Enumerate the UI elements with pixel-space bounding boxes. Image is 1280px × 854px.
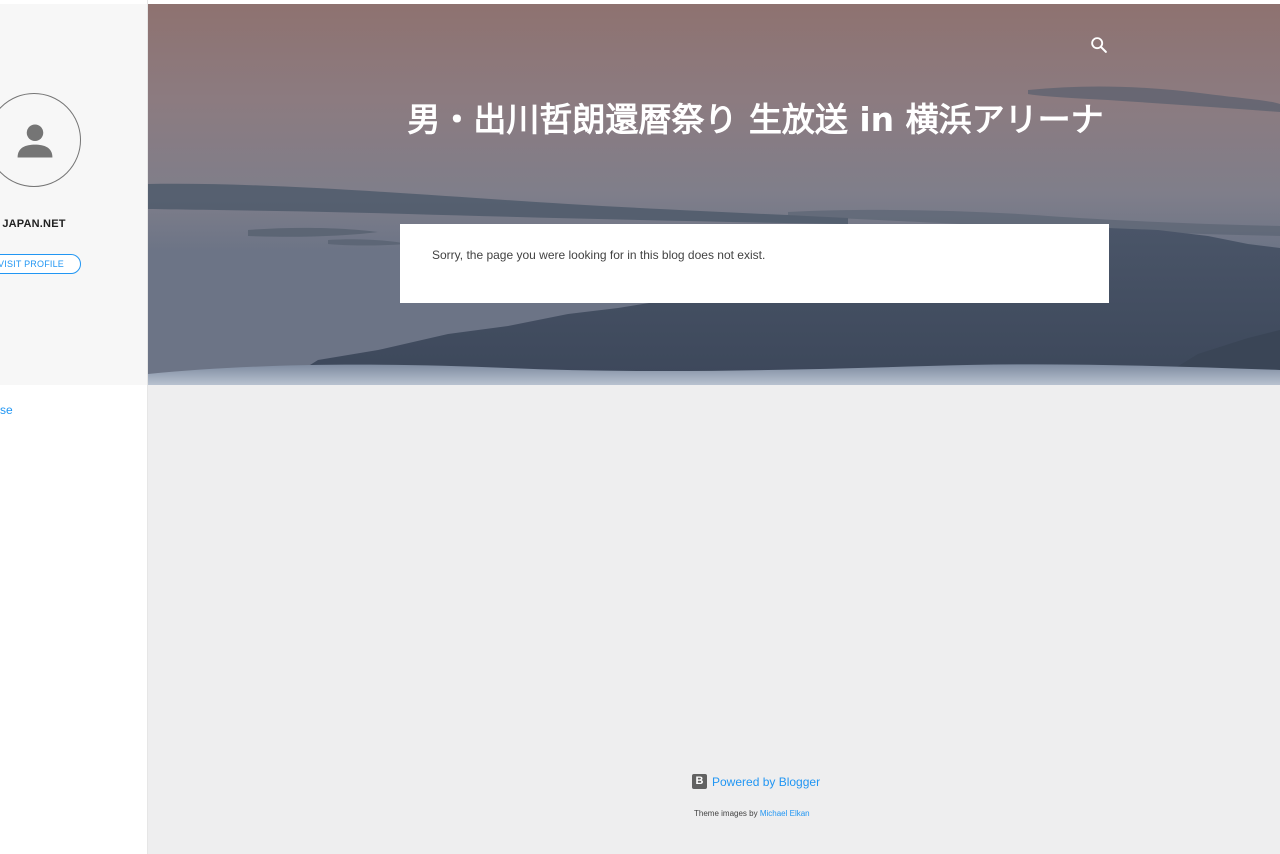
main-content: B Powered by Blogger Theme images by Mic… bbox=[148, 385, 1280, 854]
blogger-logo-icon: B bbox=[692, 774, 707, 789]
search-icon bbox=[1091, 37, 1107, 53]
visit-profile-button[interactable]: VISIT PROFILE bbox=[0, 254, 81, 274]
header-background-image bbox=[148, 4, 1280, 385]
powered-by-blogger-link[interactable]: B Powered by Blogger bbox=[692, 774, 820, 789]
error-card: Sorry, the page you were looking for in … bbox=[400, 224, 1109, 303]
blog-title[interactable]: 男・出川哲朗還暦祭り 生放送 in 横浜アリーナ bbox=[398, 94, 1113, 146]
avatar[interactable] bbox=[0, 93, 81, 187]
theme-author-link[interactable]: Michael Elkan bbox=[760, 809, 810, 818]
powered-by-label: Powered by Blogger bbox=[712, 774, 821, 789]
theme-credit: Theme images by Michael Elkan bbox=[694, 809, 810, 818]
profile-section: JAPAN.NET VISIT PROFILE bbox=[0, 4, 147, 385]
blog-header: 男・出川哲朗還暦祭り 生放送 in 横浜アリーナ Sorry, the page… bbox=[148, 4, 1280, 385]
sidebar-link[interactable]: se bbox=[0, 403, 13, 417]
page: JAPAN.NET VISIT PROFILE se 男・出川哲朗還暦祭り 生放… bbox=[0, 0, 1280, 854]
theme-credit-prefix: Theme images by bbox=[694, 809, 760, 818]
sidebar: JAPAN.NET VISIT PROFILE se bbox=[0, 0, 148, 854]
person-icon bbox=[17, 124, 53, 158]
profile-name[interactable]: JAPAN.NET bbox=[0, 218, 68, 230]
search-button[interactable] bbox=[1088, 34, 1110, 56]
error-message: Sorry, the page you were looking for in … bbox=[432, 248, 766, 262]
